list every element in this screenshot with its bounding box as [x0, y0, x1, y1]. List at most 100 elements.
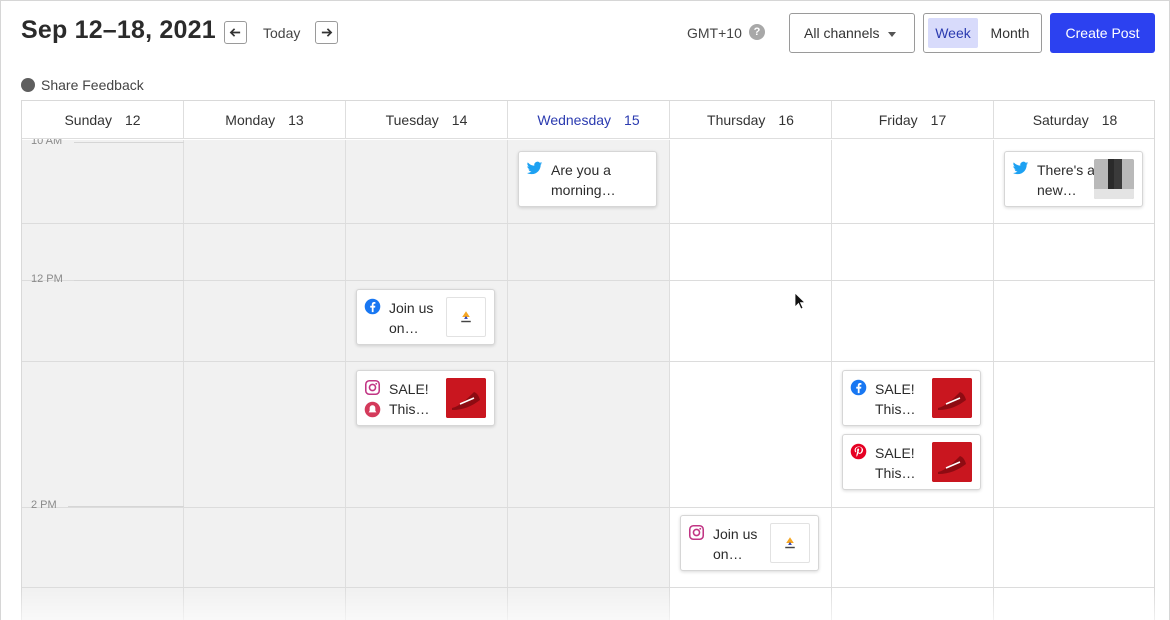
timezone-label: GMT+10 [687, 25, 742, 41]
hour-divider [22, 507, 1154, 508]
day-header-friday: Friday 17 [832, 101, 994, 139]
day-header-thursday: Thursday 16 [670, 101, 832, 139]
post-preview-text: Join us on… [389, 298, 449, 338]
pinterest-icon [850, 443, 867, 460]
create-post-button[interactable]: Create Post [1050, 13, 1155, 53]
day-header-saturday: Saturday 18 [994, 101, 1154, 139]
post-line: Join us [713, 526, 758, 542]
facebook-icon [850, 379, 867, 396]
day-name: Saturday [1032, 111, 1089, 128]
post-line: new… [1037, 182, 1077, 198]
day-name: Wednesday [537, 111, 612, 128]
hour-divider [22, 587, 1154, 588]
post-thumbnail [446, 297, 486, 337]
day-number: 13 [288, 111, 304, 128]
channels-dropdown-label: All channels [804, 25, 880, 41]
time-label-2pm: 2 PM [31, 499, 57, 511]
shoe-product-image [932, 442, 972, 482]
feedback-icon [21, 78, 35, 92]
day-header-tuesday: Tuesday 14 [346, 101, 508, 139]
hour-divider [22, 361, 1154, 362]
twitter-icon [526, 161, 543, 175]
time-line [74, 142, 184, 143]
hour-divider [22, 223, 1154, 224]
mouse-cursor-icon [794, 292, 806, 310]
time-line [74, 280, 184, 281]
instagram-icon [364, 379, 381, 396]
time-line [68, 506, 184, 507]
day-column-sunday[interactable] [22, 140, 184, 620]
brand-logo-image [785, 537, 795, 549]
day-number: 16 [778, 111, 794, 128]
day-name: Thursday [707, 111, 766, 128]
date-range-title: Sep 12–18, 2021 [21, 16, 216, 44]
day-header-sunday: Sunday 12 [22, 101, 184, 139]
day-name: Monday [225, 111, 276, 128]
post-line: This… [875, 465, 916, 481]
day-header-monday: Monday 13 [184, 101, 346, 139]
day-name: Sunday [64, 111, 112, 128]
share-feedback-label: Share Feedback [41, 77, 144, 93]
post-line: SALE! [875, 445, 915, 461]
day-number: 15 [624, 111, 640, 128]
post-card[interactable]: Are you a morning… [518, 151, 657, 207]
day-column-monday[interactable] [184, 140, 346, 620]
day-number: 12 [124, 111, 141, 128]
month-view-button[interactable]: Month [982, 18, 1038, 48]
post-preview-text: SALE! This… [389, 379, 449, 419]
instagram-icon [688, 524, 705, 541]
time-label-12pm: 12 PM [31, 273, 63, 285]
week-view-button[interactable]: Week [928, 18, 978, 48]
post-card[interactable]: SALE! This… [842, 370, 981, 426]
post-preview-text: There's a new… [1037, 160, 1097, 200]
day-column-wednesday[interactable] [508, 140, 670, 620]
day-name: Tuesday [385, 111, 439, 128]
post-line: Are you a [551, 162, 611, 178]
post-line: on… [713, 546, 743, 562]
post-preview-text: Join us on… [713, 524, 773, 564]
post-card[interactable]: There's a new… [1004, 151, 1143, 207]
help-icon[interactable]: ? [749, 24, 765, 40]
day-number: 17 [930, 111, 947, 128]
day-number: 14 [451, 111, 468, 128]
photo-thumbnail-image [1094, 159, 1134, 199]
caret-down-icon [888, 32, 896, 37]
post-thumbnail [932, 378, 972, 418]
previous-week-button[interactable] [224, 21, 247, 44]
notification-icon [364, 401, 381, 418]
post-line: There's a [1037, 162, 1095, 178]
post-preview-text: SALE! This… [875, 443, 935, 483]
facebook-icon [364, 298, 381, 315]
post-thumbnail [446, 378, 486, 418]
day-name: Friday [878, 111, 918, 128]
post-thumbnail [932, 442, 972, 482]
today-button[interactable]: Today [263, 25, 300, 41]
post-line: This… [875, 401, 916, 417]
post-card[interactable]: Join us on… [680, 515, 819, 571]
day-column-saturday[interactable] [994, 140, 1154, 620]
post-card[interactable]: SALE! This… [842, 434, 981, 490]
day-number: 18 [1101, 111, 1118, 128]
post-line: This… [389, 401, 430, 417]
post-preview-text: SALE! This… [875, 379, 935, 419]
post-line: Join us [389, 300, 434, 316]
post-line: on… [389, 320, 419, 336]
post-line: SALE! [875, 381, 915, 397]
channels-dropdown[interactable]: All channels [789, 13, 915, 53]
twitter-icon [1012, 161, 1029, 175]
post-thumbnail [1094, 159, 1134, 199]
share-feedback-link[interactable]: Share Feedback [21, 77, 144, 93]
shoe-product-image [446, 378, 486, 418]
post-card[interactable]: Join us on… [356, 289, 495, 345]
post-preview-text: Are you a morning… [551, 160, 641, 200]
hour-divider [22, 280, 1154, 281]
post-line: SALE! [389, 381, 429, 397]
post-line: morning… [551, 182, 616, 198]
day-header-wednesday: Wednesday 15 [508, 101, 670, 139]
next-week-button[interactable] [315, 21, 338, 44]
arrow-left-icon [229, 28, 241, 37]
arrow-right-icon [321, 28, 333, 37]
post-card[interactable]: SALE! This… [356, 370, 495, 426]
post-thumbnail [770, 523, 810, 563]
view-toggle: Week Month [923, 13, 1042, 53]
